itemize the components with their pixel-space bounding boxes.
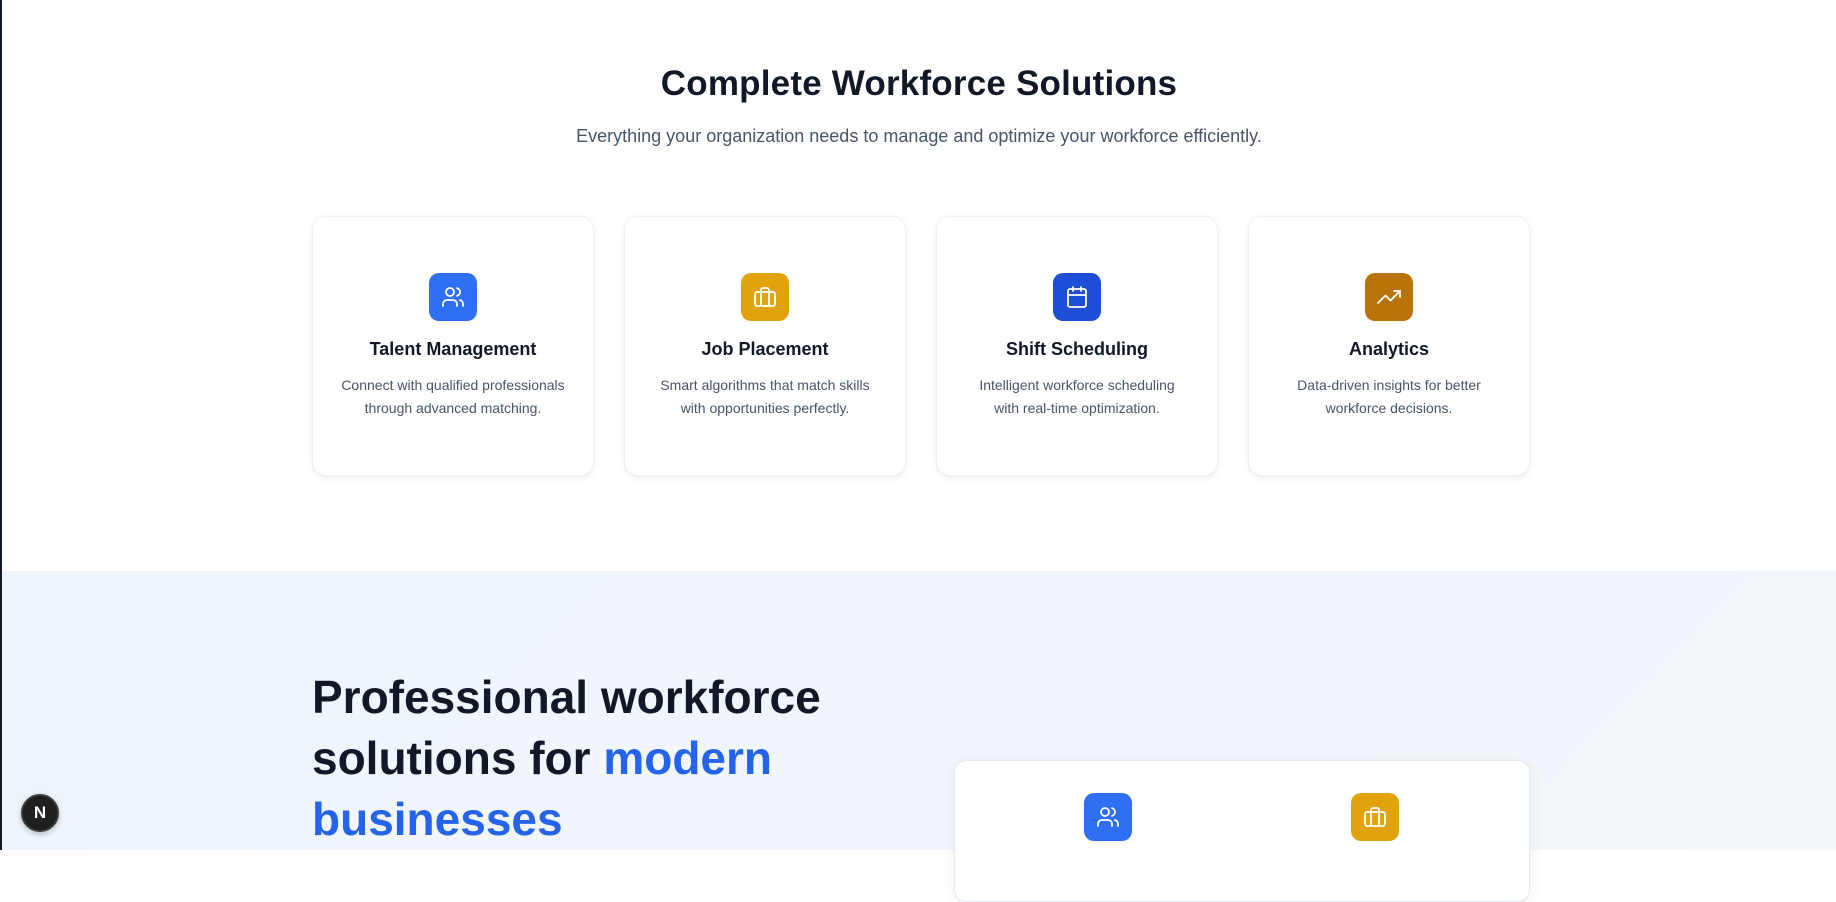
trending-up-icon — [1365, 273, 1413, 321]
feature-card-shift-scheduling[interactable]: Shift Scheduling Intelligent workforce s… — [936, 216, 1218, 476]
briefcase-icon — [741, 273, 789, 321]
card-description: Connect with qualified professionals thr… — [341, 377, 565, 416]
card-description: Intelligent workforce scheduling with re… — [979, 377, 1175, 416]
hero-heading: Professional workforce solutions for mode… — [312, 667, 872, 850]
dashboard-preview-card — [954, 760, 1530, 902]
card-description: Data-driven insights for better workforc… — [1297, 377, 1481, 416]
feature-card-analytics[interactable]: Analytics Data-driven insights for bette… — [1248, 216, 1530, 476]
card-description: Smart algorithms that match skills with … — [660, 377, 870, 416]
feature-card-talent-management[interactable]: Talent Management Connect with qualified… — [312, 216, 594, 476]
card-title: Job Placement — [701, 339, 829, 359]
section-subtitle: Everything your organization needs to ma… — [576, 126, 1262, 146]
calendar-icon — [1053, 273, 1101, 321]
nextjs-dev-badge[interactable]: N — [21, 794, 59, 832]
hero-heading-line2: solutions for — [312, 732, 604, 784]
users-icon — [429, 273, 477, 321]
hero-heading-line1: Professional workforce — [312, 671, 821, 723]
section-title: Complete Workforce Solutions — [660, 64, 1178, 103]
card-title: Talent Management — [369, 339, 537, 359]
card-title: Analytics — [1348, 339, 1430, 359]
users-icon — [1084, 793, 1132, 841]
card-title: Shift Scheduling — [1006, 339, 1148, 359]
briefcase-icon — [1351, 793, 1399, 841]
feature-card-job-placement[interactable]: Job Placement Smart algorithms that matc… — [624, 216, 906, 476]
nextjs-badge-label: N — [33, 803, 47, 822]
hero-section: Professional workforce solutions for mode… — [2, 571, 1836, 902]
features-section: Complete Workforce Solutions Everything … — [2, 0, 1836, 571]
